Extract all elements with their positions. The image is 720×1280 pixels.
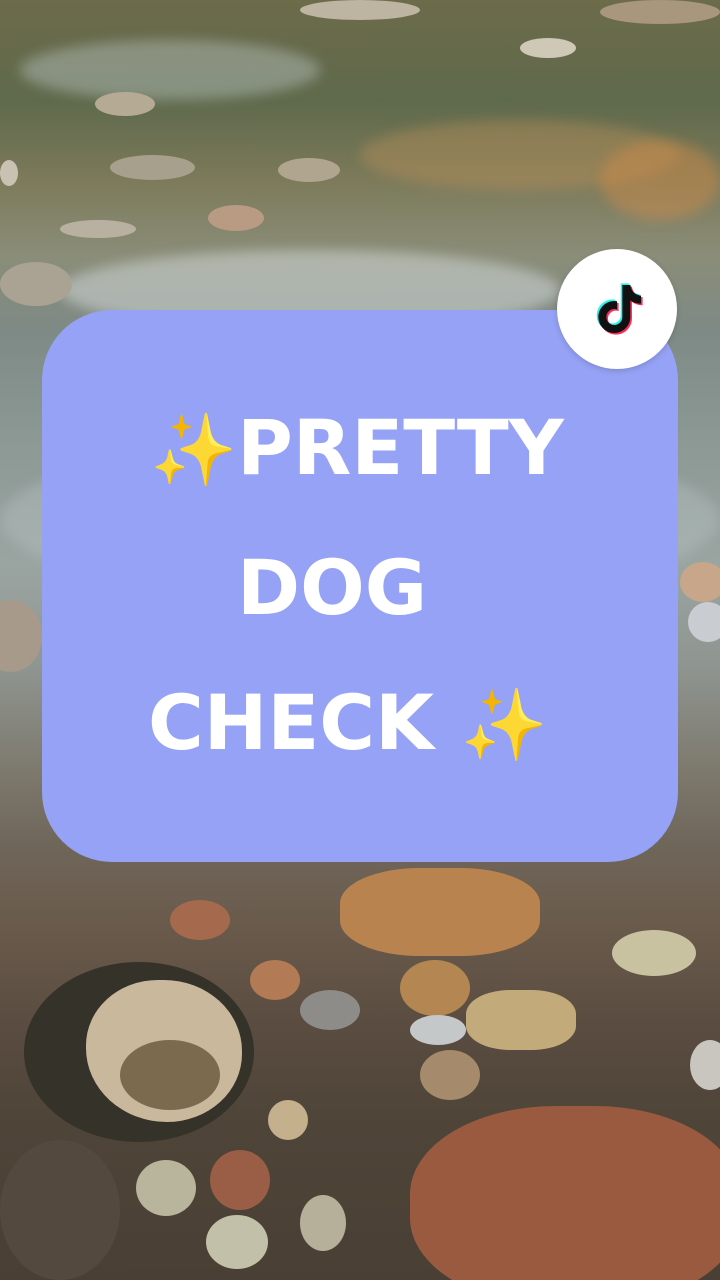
title-word-check: CHECK — [148, 678, 434, 767]
title-word-dog: DOG — [237, 543, 428, 632]
sparkles-icon: ✨ — [150, 409, 238, 491]
title-line-1: ✨PRETTY — [150, 410, 564, 486]
title-line-3: CHECK ✨ — [148, 685, 548, 761]
overlay-title: ✨PRETTY DOG CHECK ✨ — [42, 310, 678, 862]
video-frame: ✨PRETTY DOG CHECK ✨ — [0, 0, 720, 1280]
title-line-2: DOG — [237, 550, 427, 626]
title-card: ✨PRETTY DOG CHECK ✨ — [42, 310, 678, 862]
tiktok-logo-icon — [557, 249, 677, 369]
tiktok-note-glyph — [596, 283, 643, 335]
sparkles-icon: ✨ — [460, 684, 548, 766]
title-word-pretty: PRETTY — [237, 403, 564, 492]
